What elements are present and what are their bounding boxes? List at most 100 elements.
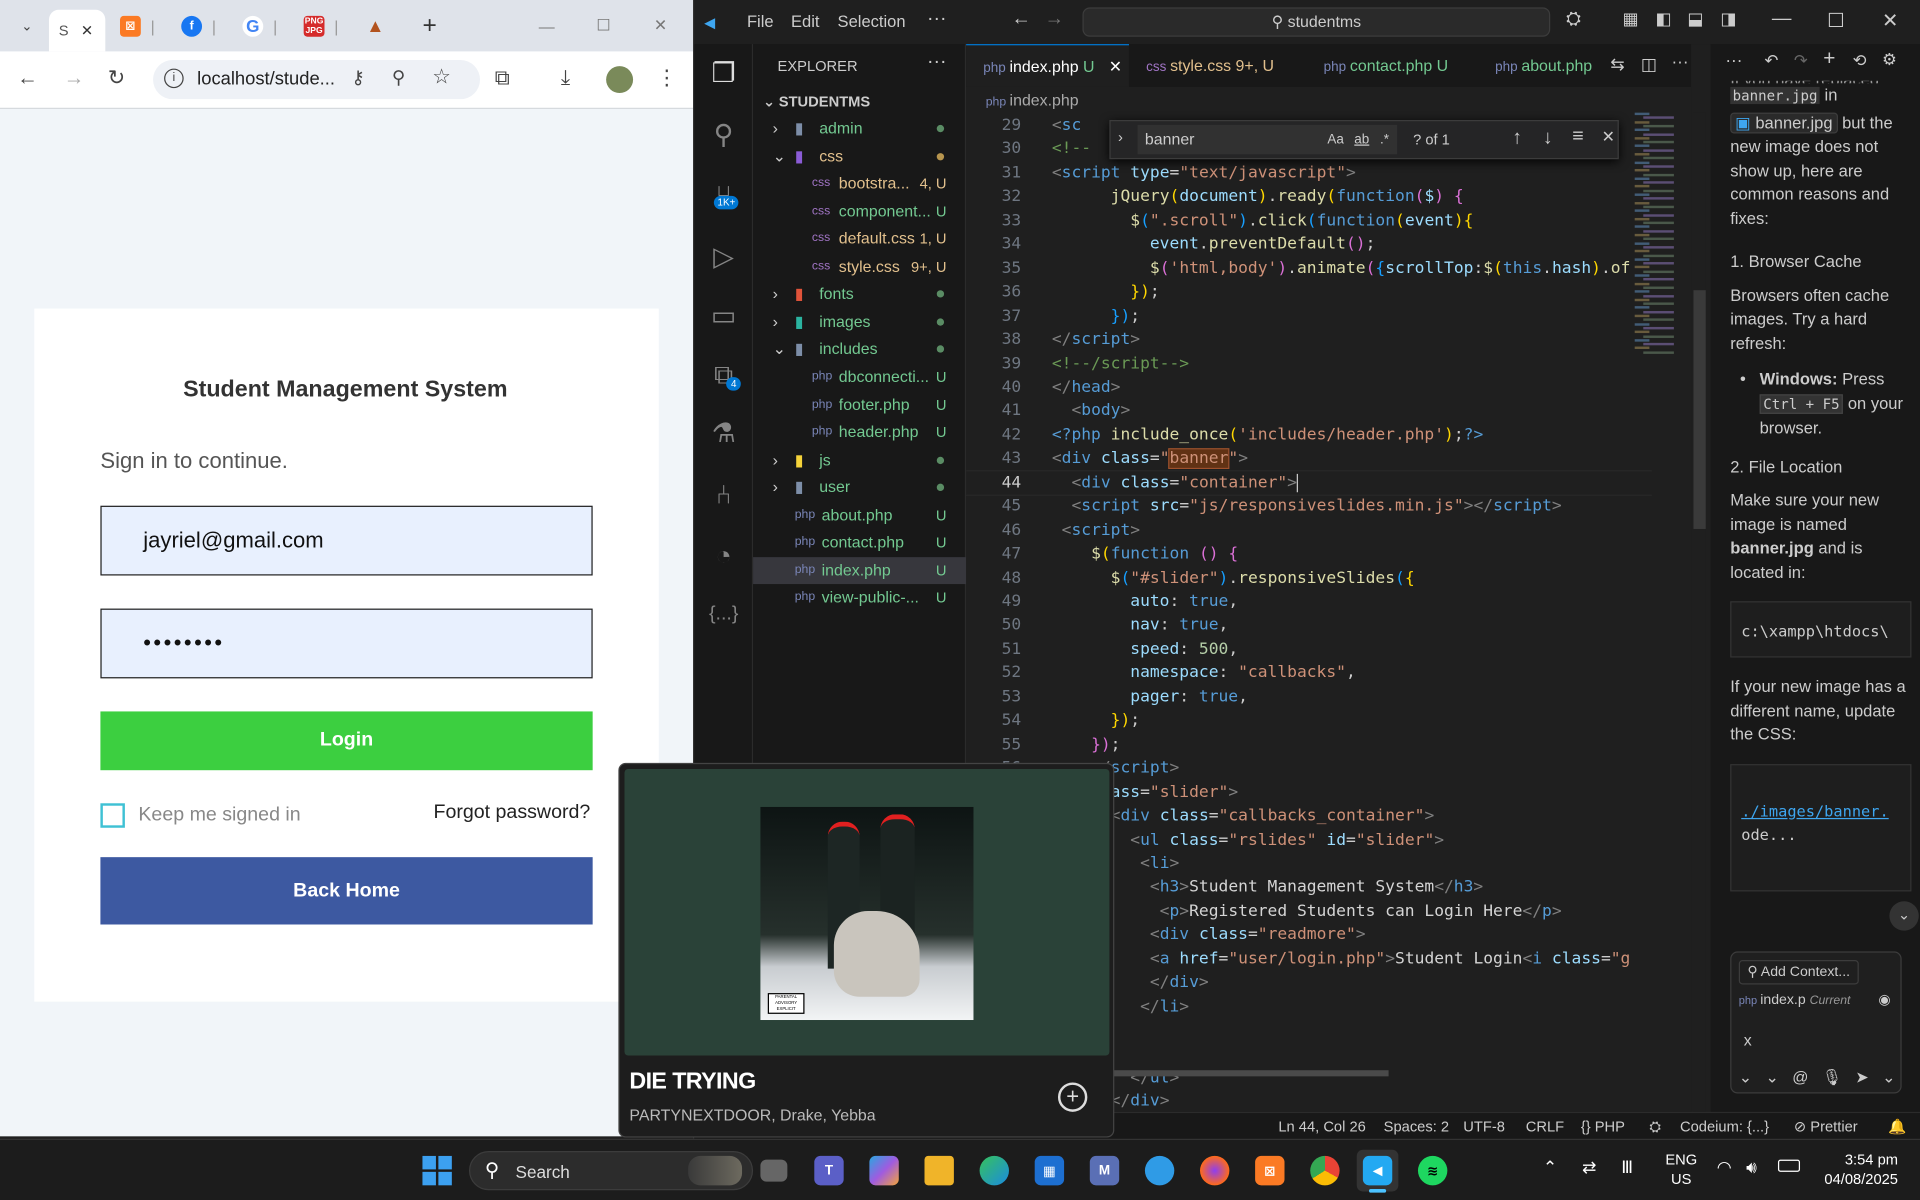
language-mode[interactable]: {} PHP — [1581, 1113, 1625, 1140]
code-line[interactable]: 35 $('html,body').animate({scrollTop:$(t… — [966, 257, 1652, 281]
reload-icon[interactable]: ↻ — [108, 66, 125, 90]
chrome-button[interactable] — [1304, 1150, 1346, 1192]
close-icon[interactable]: ✕ — [1109, 58, 1122, 76]
code-line[interactable]: 50 nav: true, — [966, 614, 1652, 638]
code-line[interactable]: 46 <script> — [966, 519, 1652, 543]
tray-app2-icon[interactable]: Ⅲ — [1621, 1157, 1633, 1178]
code-line[interactable]: 47 $(function () { — [966, 543, 1652, 567]
code-line[interactable]: 49 auto: true, — [966, 590, 1652, 614]
split-editor-icon[interactable]: ◫ — [1641, 54, 1657, 75]
toggle-panel-icon[interactable]: ⬓ — [1687, 9, 1703, 30]
timeline-icon[interactable]: ◔ — [694, 527, 753, 586]
address-bar[interactable]: i localhost/stude... ⚷ ⚲ ☆ — [153, 60, 481, 100]
back-home-button[interactable]: Back Home — [100, 857, 593, 925]
tree-item[interactable]: › ▮ js — [753, 446, 966, 473]
back-icon[interactable]: ← — [17, 66, 38, 90]
minimap[interactable] — [1627, 112, 1694, 370]
add-to-library-button[interactable]: + — [1057, 1082, 1088, 1112]
code-line[interactable]: 32 jQuery(document).ready(function($) { — [966, 185, 1652, 209]
vertical-scrollbar[interactable] — [1693, 112, 1706, 1112]
copilot-status-icon[interactable]: ⛭ — [1649, 1113, 1661, 1140]
tree-item[interactable]: › ▮ user — [753, 474, 966, 501]
key-icon[interactable]: ⚷ — [351, 66, 364, 88]
explorer-more-icon[interactable]: ··· — [927, 51, 947, 73]
extensions-icon[interactable]: ⧉ — [495, 66, 510, 90]
tab-active[interactable]: S ✕ — [48, 9, 106, 52]
microphone-icon[interactable]: 🎙 — [1822, 1065, 1842, 1089]
maximize-button[interactable]: ☐ — [596, 10, 610, 42]
tree-item[interactable]: css 9+, U style.css — [753, 253, 966, 280]
code-line[interactable]: 38 </script> — [966, 328, 1652, 352]
tab-other[interactable]: ▲ — [365, 10, 386, 42]
avatar[interactable] — [606, 66, 634, 94]
xampp-button[interactable]: ⊠ — [1249, 1150, 1291, 1192]
code-block[interactable]: c:\xampp\htdocs\ — [1730, 601, 1912, 658]
clock[interactable]: 3:54 pm 04/08/2025 — [1812, 1150, 1898, 1189]
explorer-icon[interactable]: ❐ — [694, 44, 753, 103]
find-input[interactable]: banner Aa ab .* — [1137, 124, 1398, 155]
battery-icon[interactable] — [1777, 1159, 1801, 1172]
start-button[interactable] — [416, 1150, 458, 1192]
editor-more-icon[interactable]: ··· — [1671, 51, 1688, 71]
tree-item[interactable]: ⌄ ▮ css — [753, 143, 966, 170]
code-line[interactable]: 52 namespace: "callbacks", — [966, 662, 1652, 686]
spotify-button[interactable]: ≋ — [1412, 1150, 1454, 1192]
new-tab-button[interactable]: + — [422, 10, 436, 42]
tree-item[interactable]: php Uindex.php — [753, 556, 967, 584]
tab-pngjpg[interactable]: PNG JPG | — [303, 10, 338, 42]
codeium-status[interactable]: Codeium: {...} — [1680, 1113, 1769, 1140]
arrow-down-icon[interactable]: ↓ — [1543, 127, 1553, 149]
edge-button[interactable] — [973, 1150, 1015, 1192]
wifi-icon[interactable]: ◠ — [1717, 1157, 1732, 1178]
code-line[interactable]: 55 }); — [966, 733, 1652, 757]
close-icon[interactable]: ✕ — [1602, 127, 1615, 147]
window-close-button[interactable]: ✕ — [654, 10, 667, 42]
tree-item[interactable]: ⌄ ▮ includes — [753, 336, 966, 363]
kebab-menu-icon[interactable]: ⋮ — [656, 66, 677, 90]
code-line[interactable]: 31 <script type="text/javascript"> — [966, 162, 1652, 186]
code-link[interactable]: ./images/banner. — [1741, 799, 1900, 823]
code-line[interactable]: 43 <div class="banner"> — [966, 447, 1652, 471]
nav-forward-icon[interactable]: → — [1044, 9, 1064, 31]
add-context-button[interactable]: ⚲ Add Context... — [1738, 960, 1859, 985]
tree-item[interactable]: php Ucontact.php — [753, 529, 966, 556]
vscode-button[interactable]: ◂ — [1356, 1149, 1399, 1193]
close-icon[interactable]: ✕ — [81, 22, 93, 39]
code-line[interactable]: 40 </head> — [966, 376, 1652, 400]
taskbar-search[interactable]: ⚲ Search — [468, 1151, 754, 1191]
prettier-status[interactable]: ⊘ Prettier — [1794, 1113, 1858, 1140]
layout-icon[interactable]: ▦ — [1622, 9, 1638, 30]
tree-item[interactable]: css Ucomponent... — [753, 198, 966, 225]
maximize-button[interactable]: ☐ — [1827, 9, 1845, 33]
toggle-sidebar-icon[interactable]: ◧ — [1656, 9, 1672, 30]
file-explorer-button[interactable] — [918, 1150, 960, 1192]
tree-item[interactable]: › ▮ admin — [753, 115, 966, 142]
menu-file[interactable]: File — [747, 12, 774, 30]
horizontal-scrollbar[interactable] — [1106, 1070, 1389, 1077]
forgot-password-link[interactable]: Forgot password? — [433, 802, 590, 824]
match-case-icon[interactable]: Aa — [1327, 125, 1343, 154]
volume-icon[interactable]: 🔊︎ — [1746, 1157, 1757, 1178]
tree-item[interactable]: › ▮ images — [753, 308, 966, 335]
minimize-button[interactable]: — — [1772, 9, 1792, 31]
tab-search-button[interactable]: ⌄ — [12, 10, 41, 42]
current-file-chip[interactable]: php index.p Current ◉ — [1739, 989, 1896, 1013]
minimize-button[interactable]: — — [539, 10, 555, 42]
notifications-icon[interactable]: 🔔 — [1888, 1113, 1906, 1140]
code-line[interactable]: 36 }); — [966, 281, 1652, 305]
gear-icon[interactable]: ⚙ — [1882, 48, 1897, 72]
run-debug-icon[interactable]: ▷ — [694, 228, 753, 287]
undo-icon[interactable]: ↶ — [1765, 49, 1779, 73]
code-line[interactable]: 53 pager: true, — [966, 685, 1652, 709]
code-line[interactable]: 44 <div class="container"> — [966, 469, 1652, 497]
encoding[interactable]: UTF-8 — [1463, 1113, 1505, 1140]
code-line[interactable]: 51 speed: 500, — [966, 638, 1652, 662]
toggle-secondary-sidebar-icon[interactable]: ◨ — [1720, 9, 1736, 30]
tab-about-php[interactable]: php about.php — [1478, 44, 1600, 87]
code-line[interactable]: 33 $(".scroll").click(function(event){ — [966, 209, 1652, 233]
bookmark-star-icon[interactable]: ☆ — [432, 65, 451, 89]
code-line[interactable]: 42 <?php include_once('includes/header.ph… — [966, 423, 1652, 447]
workspace-root[interactable]: ⌄ STUDENTMS — [753, 88, 966, 115]
chat-input-box[interactable]: ⚲ Add Context... php index.p Current ◉ x… — [1730, 951, 1902, 1094]
json-icon[interactable]: {...} — [694, 585, 753, 644]
